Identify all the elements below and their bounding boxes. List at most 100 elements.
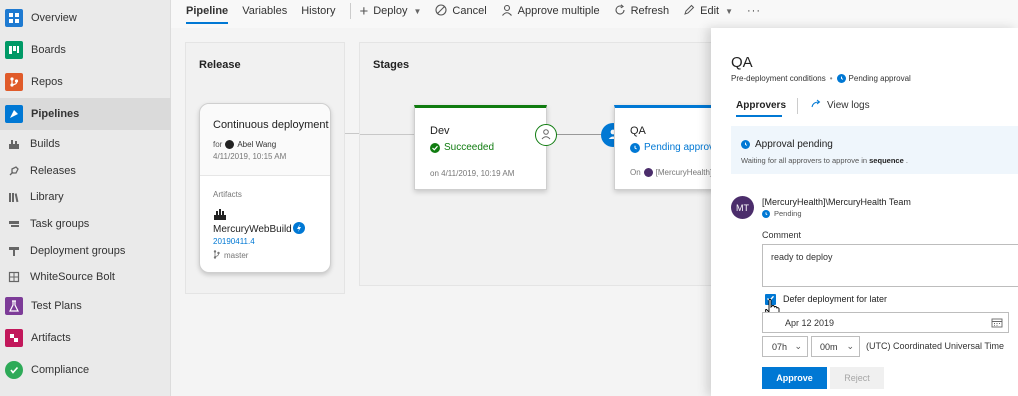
connector-line (548, 134, 608, 135)
pane-subtitle-label: Pre-deployment conditions (731, 74, 826, 83)
refresh-icon (614, 3, 626, 19)
whitesource-icon (8, 271, 20, 283)
stage-name: QA (630, 125, 646, 137)
tab-variables[interactable]: Variables (235, 0, 294, 22)
stage-date: on 4/11/2019, 10:19 AM (430, 169, 515, 178)
stage-name: Dev (430, 125, 450, 137)
approver-status-label: Pending (774, 209, 802, 218)
sidebar-item-test-plans[interactable]: Test Plans (0, 296, 171, 316)
minute-select[interactable]: 00m ⌄ (811, 336, 860, 357)
sidebar-item-label: Artifacts (31, 332, 71, 344)
clock-icon (762, 209, 770, 218)
sidebar-item-label: Releases (30, 165, 76, 177)
artifact-branch: master (213, 250, 248, 261)
defer-label[interactable]: Defer deployment for later (783, 294, 887, 304)
tab-history[interactable]: History (294, 0, 342, 22)
approver-avatar (643, 168, 653, 177)
pipelines-icon (5, 105, 23, 123)
sidebar-item-library[interactable]: Library (0, 188, 171, 206)
minute-value: 00m (820, 342, 838, 352)
approve-button[interactable]: Approve (762, 367, 827, 389)
artifacts-icon (5, 329, 23, 347)
sidebar-item-label: Deployment groups (30, 245, 126, 257)
stage-status: Pending approval (630, 142, 722, 153)
sidebar-item-repos[interactable]: Repos (0, 72, 171, 92)
sidebar-item-compliance[interactable]: Compliance (0, 360, 171, 380)
sidebar-item-artifacts[interactable]: Artifacts (0, 328, 171, 348)
cancel-icon (435, 3, 447, 19)
reject-button[interactable]: Reject (830, 367, 884, 389)
artifact-version[interactable]: 20190411.4 (213, 237, 255, 246)
deploy-button[interactable]: + Deploy ▼ (359, 3, 421, 20)
chevron-down-icon: ⌄ (846, 341, 854, 351)
branch-icon (213, 250, 220, 261)
hour-select[interactable]: 07h ⌄ (762, 336, 808, 357)
tab-view-logs[interactable]: View logs (811, 99, 870, 112)
refresh-button[interactable]: Refresh (614, 3, 670, 19)
timezone-label: (UTC) Coordinated Universal Time (866, 341, 1005, 351)
comment-label: Comment (762, 230, 802, 240)
deploy-label: Deploy (373, 5, 408, 17)
stage-card-dev[interactable]: Dev Succeeded on 4/11/2019, 10:19 AM (414, 105, 547, 190)
artifact-name: MercuryWebBuild (213, 224, 292, 235)
more-actions-button[interactable]: ··· (747, 5, 761, 17)
pencil-icon (683, 4, 695, 19)
pipeline-canvas: Release Continuous deployment for Abel W… (171, 28, 724, 396)
tab-approvers[interactable]: Approvers (736, 100, 786, 111)
sidebar-item-label: Builds (30, 138, 60, 150)
compliance-icon (5, 361, 23, 379)
user-avatar (225, 140, 235, 149)
pane-subtitle: Pre-deployment conditions • Pending appr… (731, 74, 911, 83)
approve-multiple-button[interactable]: Approve multiple (501, 4, 600, 19)
subtitle-separator: • (829, 74, 833, 83)
releases-icon (8, 165, 20, 177)
for-label: for (213, 140, 223, 149)
artifacts-label: Artifacts (213, 190, 242, 199)
stage-card-qa[interactable]: QA Pending approval On [MercuryHealth] (614, 105, 724, 190)
pane-title: QA (731, 54, 753, 71)
tab-pipeline[interactable]: Pipeline (179, 0, 235, 24)
sidebar-item-label: Boards (31, 44, 66, 56)
open-logs-icon (811, 99, 822, 112)
comment-value: ready to deploy (771, 252, 833, 262)
release-panel: Release Continuous deployment for Abel W… (185, 42, 345, 294)
test-plans-icon (5, 297, 23, 315)
refresh-label: Refresh (630, 5, 670, 17)
cancel-label: Cancel (452, 5, 487, 17)
deployment-groups-icon (8, 245, 20, 257)
pane-subtitle-status: Pending approval (848, 74, 911, 83)
sidebar-item-pipelines[interactable]: Pipelines (0, 98, 171, 130)
stage-status: Succeeded (430, 142, 494, 153)
cancel-button[interactable]: Cancel (435, 3, 487, 19)
sidebar-item-whitesource-bolt[interactable]: WhiteSource Bolt (0, 268, 171, 286)
edit-button[interactable]: Edit ▼ (683, 4, 733, 19)
post-deployment-approval-button[interactable] (535, 124, 557, 146)
defer-date-input[interactable]: Apr 12 2019 (762, 312, 1009, 333)
sidebar-item-deployment-groups[interactable]: Deployment groups (0, 242, 171, 260)
approval-banner: Approval pending Waiting for all approve… (731, 126, 1018, 174)
chevron-down-icon: ⌄ (794, 341, 802, 351)
banner-text-pre: Waiting for all approvers to approve in (741, 156, 868, 165)
approve-multiple-label: Approve multiple (517, 5, 600, 17)
stage-approver: On [MercuryHealth] (630, 168, 712, 177)
sidebar-item-overview[interactable]: Overview (0, 8, 171, 28)
banner-heading: Approval pending (741, 139, 833, 150)
banner-text-bold: sequence (869, 156, 904, 165)
sidebar-item-builds[interactable]: Builds (0, 135, 171, 153)
edit-label: Edit (700, 5, 720, 17)
date-value: Apr 12 2019 (785, 318, 835, 328)
calendar-icon[interactable] (991, 317, 1003, 331)
toolbar-divider (350, 3, 352, 19)
banner-text: Waiting for all approvers to approve in … (741, 156, 908, 165)
sidebar-item-releases[interactable]: Releases (0, 162, 171, 180)
sidebar-item-label: Pipelines (31, 108, 80, 120)
release-card[interactable]: Continuous deployment for Abel Wang 4/11… (199, 103, 331, 273)
comment-textarea[interactable]: ready to deploy (762, 244, 1018, 287)
task-groups-icon (8, 218, 20, 230)
view-logs-label: View logs (827, 100, 870, 111)
sidebar-item-task-groups[interactable]: Task groups (0, 215, 171, 233)
sidebar-item-boards[interactable]: Boards (0, 40, 171, 60)
user-name: Abel Wang (237, 140, 277, 149)
boards-icon (5, 41, 23, 59)
banner-text-post: . (905, 156, 908, 165)
